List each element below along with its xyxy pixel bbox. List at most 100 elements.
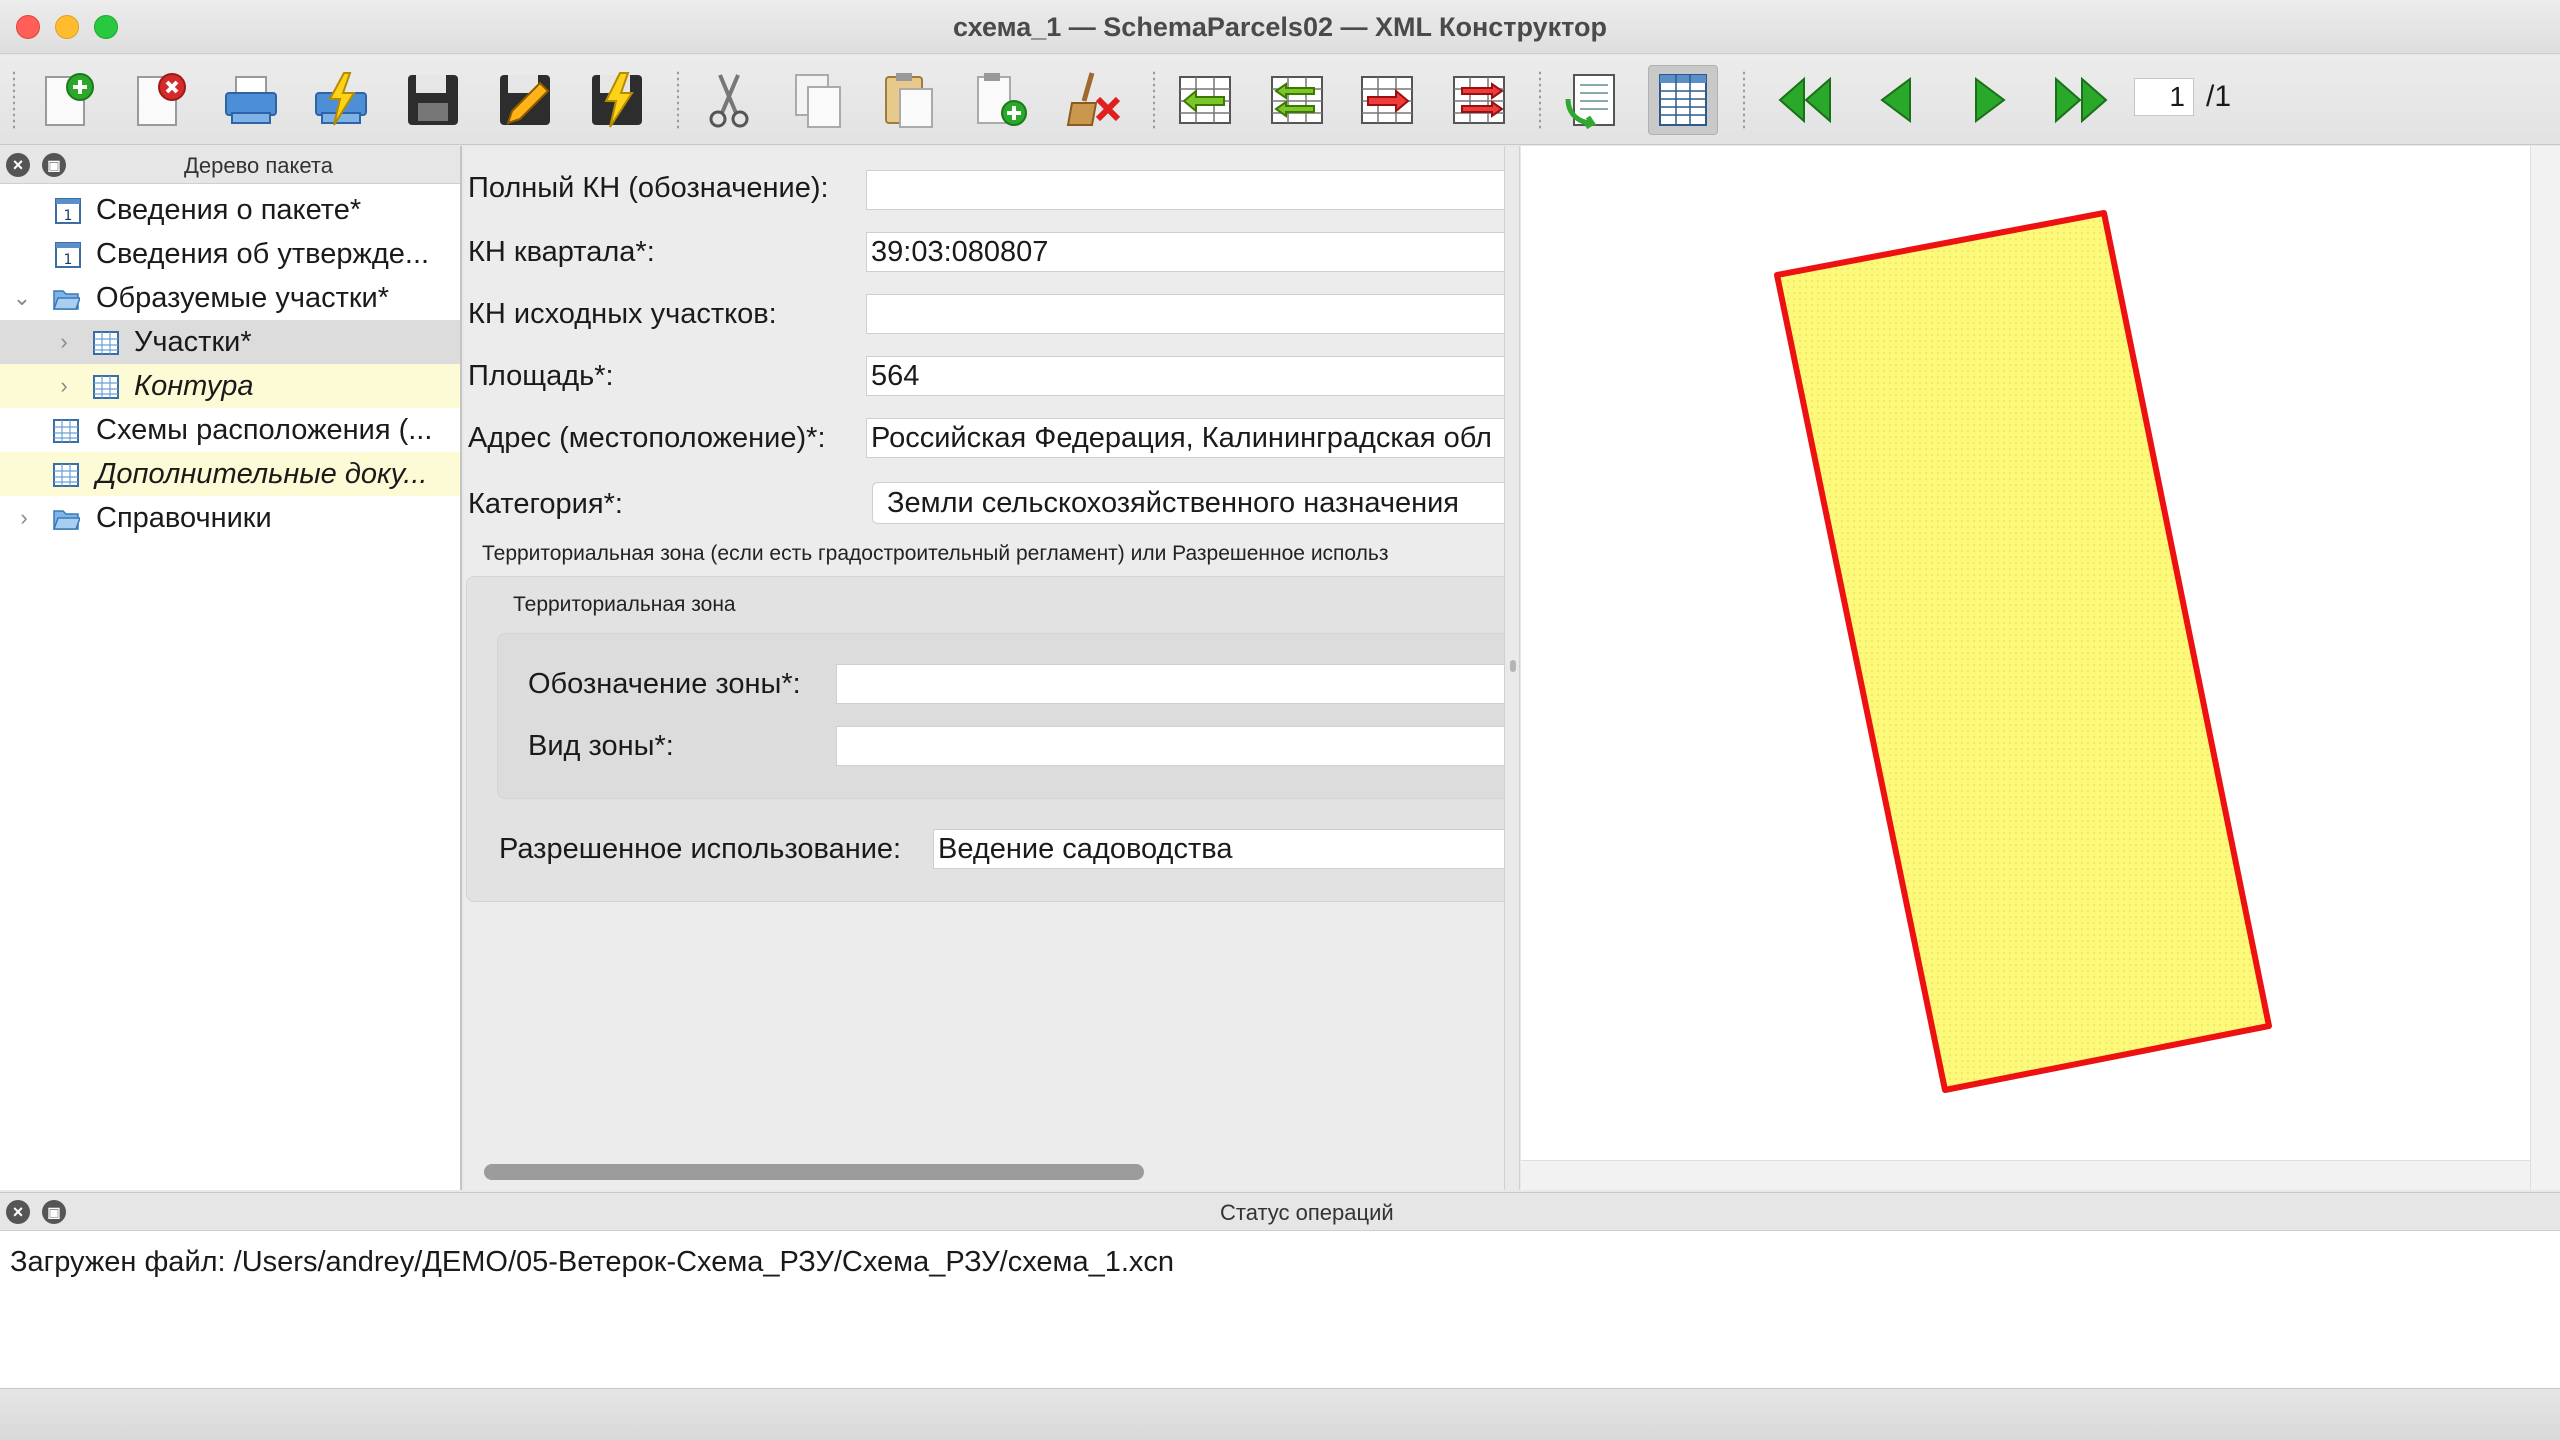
tree-item-layout-schemes[interactable]: Схемы расположения (... [0,408,460,452]
full-kn-input[interactable] [866,170,1504,210]
float-panel-icon[interactable]: ▣ [42,153,66,177]
paste-icon [885,73,933,128]
map-vertical-scrollbar[interactable] [2530,146,2560,1190]
chevron-right-icon[interactable]: › [52,320,76,364]
map-horizontal-scrollbar[interactable] [1521,1160,2530,1190]
last-page-button[interactable] [2046,65,2116,135]
category-label: Категория*: [468,488,623,520]
territorial-zone-group-title: Территориальная зона [513,593,736,616]
close-panel-icon[interactable]: × [6,153,30,177]
toolbar-grip[interactable] [1538,70,1542,130]
save-as-button[interactable] [490,65,560,135]
close-panel-icon[interactable]: × [6,1200,30,1224]
folder-open-icon [52,510,80,530]
tree-item-label: Сведения о пакете* [96,194,362,226]
zone-designation-input[interactable] [836,664,1504,704]
area-label: Площадь*: [468,360,614,392]
permitted-use-input[interactable]: Ведение садоводства [933,829,1504,869]
float-panel-icon[interactable]: ▣ [42,1200,66,1224]
close-document-button[interactable] [124,65,194,135]
tree-item-label: Образуемые участки* [96,282,390,314]
refresh-view-button[interactable] [1556,65,1626,135]
save-button[interactable] [398,65,468,135]
chevron-right-icon[interactable]: › [12,496,36,540]
prev-page-button[interactable] [1862,65,1932,135]
svg-text:1: 1 [64,208,73,224]
new-document-button[interactable] [32,65,102,135]
tree-item-parcels[interactable]: › Участки* [0,320,460,364]
zone-type-input[interactable] [836,726,1504,766]
tree-item-approval-info[interactable]: 1 Сведения об утвержде... [0,232,460,276]
quick-save-button[interactable] [582,65,652,135]
title-bar: схема_1 — SchemaParcels02 — XML Конструк… [0,0,2560,54]
area-input[interactable]: 564 [866,356,1504,396]
kn-quarter-input[interactable]: 39:03:080807 [866,232,1504,272]
table-view-button[interactable] [1648,65,1718,135]
tree-item-additional-docs[interactable]: Дополнительные доку... [0,452,460,496]
kn-source-input[interactable] [866,294,1504,334]
panel-splitter[interactable] [1504,146,1520,1190]
chevron-right-icon[interactable]: › [52,364,76,408]
insert-rows-button[interactable] [1262,65,1332,135]
print-button[interactable] [216,65,286,135]
status-panel-header: × ▣ Статус операций [0,1193,2560,1231]
next-page-button[interactable] [1954,65,2024,135]
address-input[interactable]: Российская Федерация, Калининградская об… [866,418,1504,458]
floppy-lightning-icon [592,72,642,128]
info-doc-icon: 1 [55,242,81,268]
tree-item-label: Участки* [134,326,252,358]
status-panel-title: Статус операций [1220,1200,1394,1225]
toolbar-grip[interactable] [12,70,16,130]
last-page-icon [2055,76,2108,124]
append-rows-button[interactable] [1444,65,1514,135]
category-select[interactable]: Земли сельскохозяйственного назначения [872,482,1504,524]
tree-item-label: Сведения об утвержде... [96,238,430,270]
folder-open-icon [52,290,80,310]
floppy-pencil-icon [500,75,550,125]
close-doc-icon [137,73,186,126]
doc-refresh-icon [1565,74,1615,130]
tree-item-references[interactable]: › Справочники [0,496,460,540]
map-canvas[interactable] [1521,146,2530,1160]
zone-or-use-group: Территориальная зона Обозначение зоны*: … [466,576,1504,902]
territorial-zone-group: Обозначение зоны*: Вид зоны*: [497,633,1504,799]
clear-button[interactable] [1058,65,1128,135]
next-page-icon [1975,77,2006,123]
copy-button[interactable] [784,65,854,135]
map-view-panel[interactable] [1521,146,2560,1190]
kn-quarter-label: КН квартала*: [468,236,655,268]
insert-row-before-button[interactable] [1170,65,1240,135]
info-doc-icon: 1 [55,198,81,224]
status-bar [0,1388,2560,1440]
page-number-input[interactable]: 1 [2134,78,2194,116]
first-page-button[interactable] [1770,65,1840,135]
table-arrow-right-icon [1361,76,1413,124]
copy-icon [795,74,841,128]
full-kn-label: Полный КН (обозначение): [468,172,829,204]
parcel-polygon[interactable] [1774,210,2272,1093]
toolbar: 1 /1 [0,55,2560,145]
splitter-handle[interactable] [1510,660,1516,672]
permitted-use-label: Разрешенное использование: [499,833,902,865]
zone-or-use-group-title: Территориальная зона (если есть градостр… [482,542,1389,565]
paste-new-button[interactable] [966,65,1036,135]
toolbar-grip[interactable] [1152,70,1156,130]
tree-panel-title: Дерево пакета [184,153,333,178]
cut-button[interactable] [694,65,764,135]
tree-item-package-info[interactable]: 1 Сведения о пакете* [0,188,460,232]
first-page-icon [1778,76,1831,124]
form-horizontal-scrollbar[interactable] [484,1164,1144,1180]
chevron-down-icon[interactable]: ⌄ [10,276,34,320]
tree-item-contours[interactable]: › Контура [0,364,460,408]
table-arrow-left-icon [1179,76,1231,124]
paste-button[interactable] [874,65,944,135]
scissors-icon [709,74,749,128]
append-row-button[interactable] [1352,65,1422,135]
printer-lightning-icon [315,72,367,126]
toolbar-grip[interactable] [676,70,680,130]
table-multi-arrow-left-icon [1271,76,1323,124]
tree-item-formed-parcels[interactable]: ⌄ Образуемые участки* [0,276,460,320]
address-label: Адрес (местоположение)*: [468,422,826,454]
quick-print-button[interactable] [306,65,376,135]
toolbar-grip[interactable] [1742,70,1746,130]
